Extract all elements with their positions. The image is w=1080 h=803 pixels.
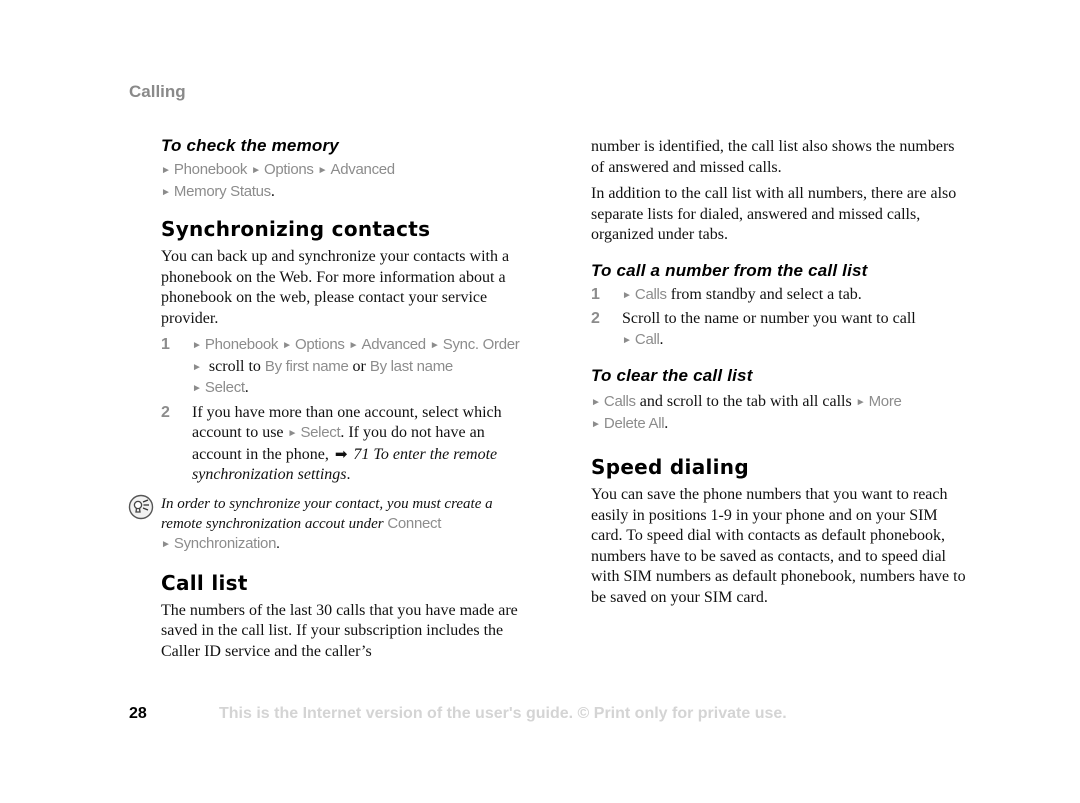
menu-arrow-icon: ► <box>161 186 171 198</box>
tip-note: In order to synchronize your contact, yo… <box>128 494 536 555</box>
check-memory-title: To check the memory <box>161 136 339 155</box>
step-text: ► Calls from standby and select a tab. <box>622 285 862 307</box>
punctuation: . <box>244 379 249 396</box>
menu-arrow-icon: ► <box>251 165 262 176</box>
right-column: number is identified, the call list also… <box>591 137 966 614</box>
step-text-fragment: from standby and select a tab. <box>666 285 862 303</box>
menu-item: Calls <box>634 285 667 303</box>
menu-item: Memory Status <box>173 182 271 200</box>
step-text-fragment: or <box>348 357 370 375</box>
menu-item: Select <box>204 379 245 396</box>
menu-item: Phonebook <box>204 336 279 353</box>
step-number: 1 <box>161 336 170 353</box>
call-list-continued: number is identified, the call list also… <box>591 138 955 176</box>
call-list-heading: Call list <box>161 570 248 595</box>
menu-item: Sync. Order <box>442 336 520 353</box>
menu-arrow-icon: ► <box>161 538 171 550</box>
menu-item: More <box>868 393 902 410</box>
punctuation: . <box>346 466 351 483</box>
menu-arrow-icon: ► <box>348 340 359 351</box>
nav-text-fragment: and scroll to the tab with all calls <box>635 393 856 410</box>
step-text: ► Phonebook ► Options ► Advanced ► Sync. Ord… <box>192 335 536 400</box>
left-column: To check the memory ► Phonebook ► Options … <box>128 136 536 668</box>
menu-arrow-icon: ► <box>429 340 440 351</box>
menu-arrow-icon: ► <box>161 165 171 176</box>
call-list-tabs-text: In addition to the call list with all nu… <box>591 185 957 243</box>
speed-dial-text: You can save the phone numbers that you … <box>591 486 966 606</box>
sync-intro: You can back up and synchronize your con… <box>161 248 510 327</box>
page-number: 28 <box>129 705 147 722</box>
menu-arrow-icon: ► <box>192 361 202 373</box>
sync-step-1: 1 ► Phonebook ► Options ► Advanced ► Sync. O… <box>161 335 536 400</box>
note-text-fragment: In order to synchronize your contact, yo… <box>161 495 493 532</box>
step-text: If you have more than one account, selec… <box>192 403 536 486</box>
menu-arrow-icon: ► <box>192 340 202 351</box>
section-tag: Calling <box>129 82 186 101</box>
sync-step-2: 2 If you have more than one account, sel… <box>161 403 536 486</box>
check-memory-nav: ► Phonebook ► Options ► Advanced ► Memory St… <box>161 160 536 203</box>
menu-item: Connect <box>387 514 442 532</box>
clear-list-nav: ► Calls and scroll to the tab with all ca… <box>591 392 966 435</box>
menu-arrow-icon: ► <box>591 397 601 408</box>
menu-item: Advanced <box>330 161 396 178</box>
menu-arrow-icon: ► <box>282 340 293 351</box>
call-list-text: The numbers of the last 30 calls that yo… <box>161 601 518 660</box>
speed-dial-heading: Speed dialing <box>591 455 749 479</box>
menu-arrow-icon: ► <box>317 165 328 176</box>
step-number: 2 <box>161 403 170 421</box>
menu-item: Phonebook <box>173 161 248 178</box>
menu-item: Synchronization <box>173 534 277 552</box>
menu-item: Delete All <box>603 414 665 432</box>
step-text-fragment: Scroll to the name or number you want to… <box>622 310 916 327</box>
menu-item: Options <box>295 336 345 353</box>
punctuation: . <box>276 535 280 552</box>
menu-arrow-icon: ► <box>591 418 601 430</box>
tip-note-text: In order to synchronize your contact, yo… <box>161 494 536 555</box>
call-number-title: To call a number from the call list <box>591 260 868 280</box>
clear-list-title: To clear the call list <box>591 366 753 385</box>
menu-option: By last name <box>369 357 453 375</box>
punctuation: . <box>659 330 664 348</box>
menu-item: Call <box>634 330 660 348</box>
punctuation: . <box>270 182 275 200</box>
menu-arrow-icon: ► <box>192 383 202 394</box>
menu-arrow-icon: ► <box>622 334 632 346</box>
sync-heading: Synchronizing contacts <box>161 217 431 241</box>
step-number: 1 <box>591 285 600 303</box>
step-text-fragment: scroll to <box>204 357 265 375</box>
call-step-2: 2 Scroll to the name or number you want … <box>591 309 966 351</box>
page-reference-arrow-icon: ➡ <box>334 446 348 463</box>
step-number: 2 <box>591 310 600 327</box>
call-step-1: 1 ► Calls from standby and select a tab. <box>591 285 966 307</box>
menu-item: Calls <box>603 393 636 410</box>
menu-arrow-icon: ► <box>855 397 866 408</box>
menu-arrow-icon: ► <box>287 428 298 439</box>
menu-arrow-icon: ► <box>622 289 632 301</box>
menu-item: Select <box>300 424 341 441</box>
footer-notice: This is the Internet version of the user… <box>219 705 787 722</box>
menu-item: Advanced <box>361 336 427 353</box>
tip-lightbulb-icon <box>128 494 154 519</box>
menu-item: Options <box>264 161 314 178</box>
menu-option: By first name <box>264 357 349 375</box>
step-text: Scroll to the name or number you want to… <box>622 309 916 351</box>
punctuation: . <box>664 414 669 432</box>
